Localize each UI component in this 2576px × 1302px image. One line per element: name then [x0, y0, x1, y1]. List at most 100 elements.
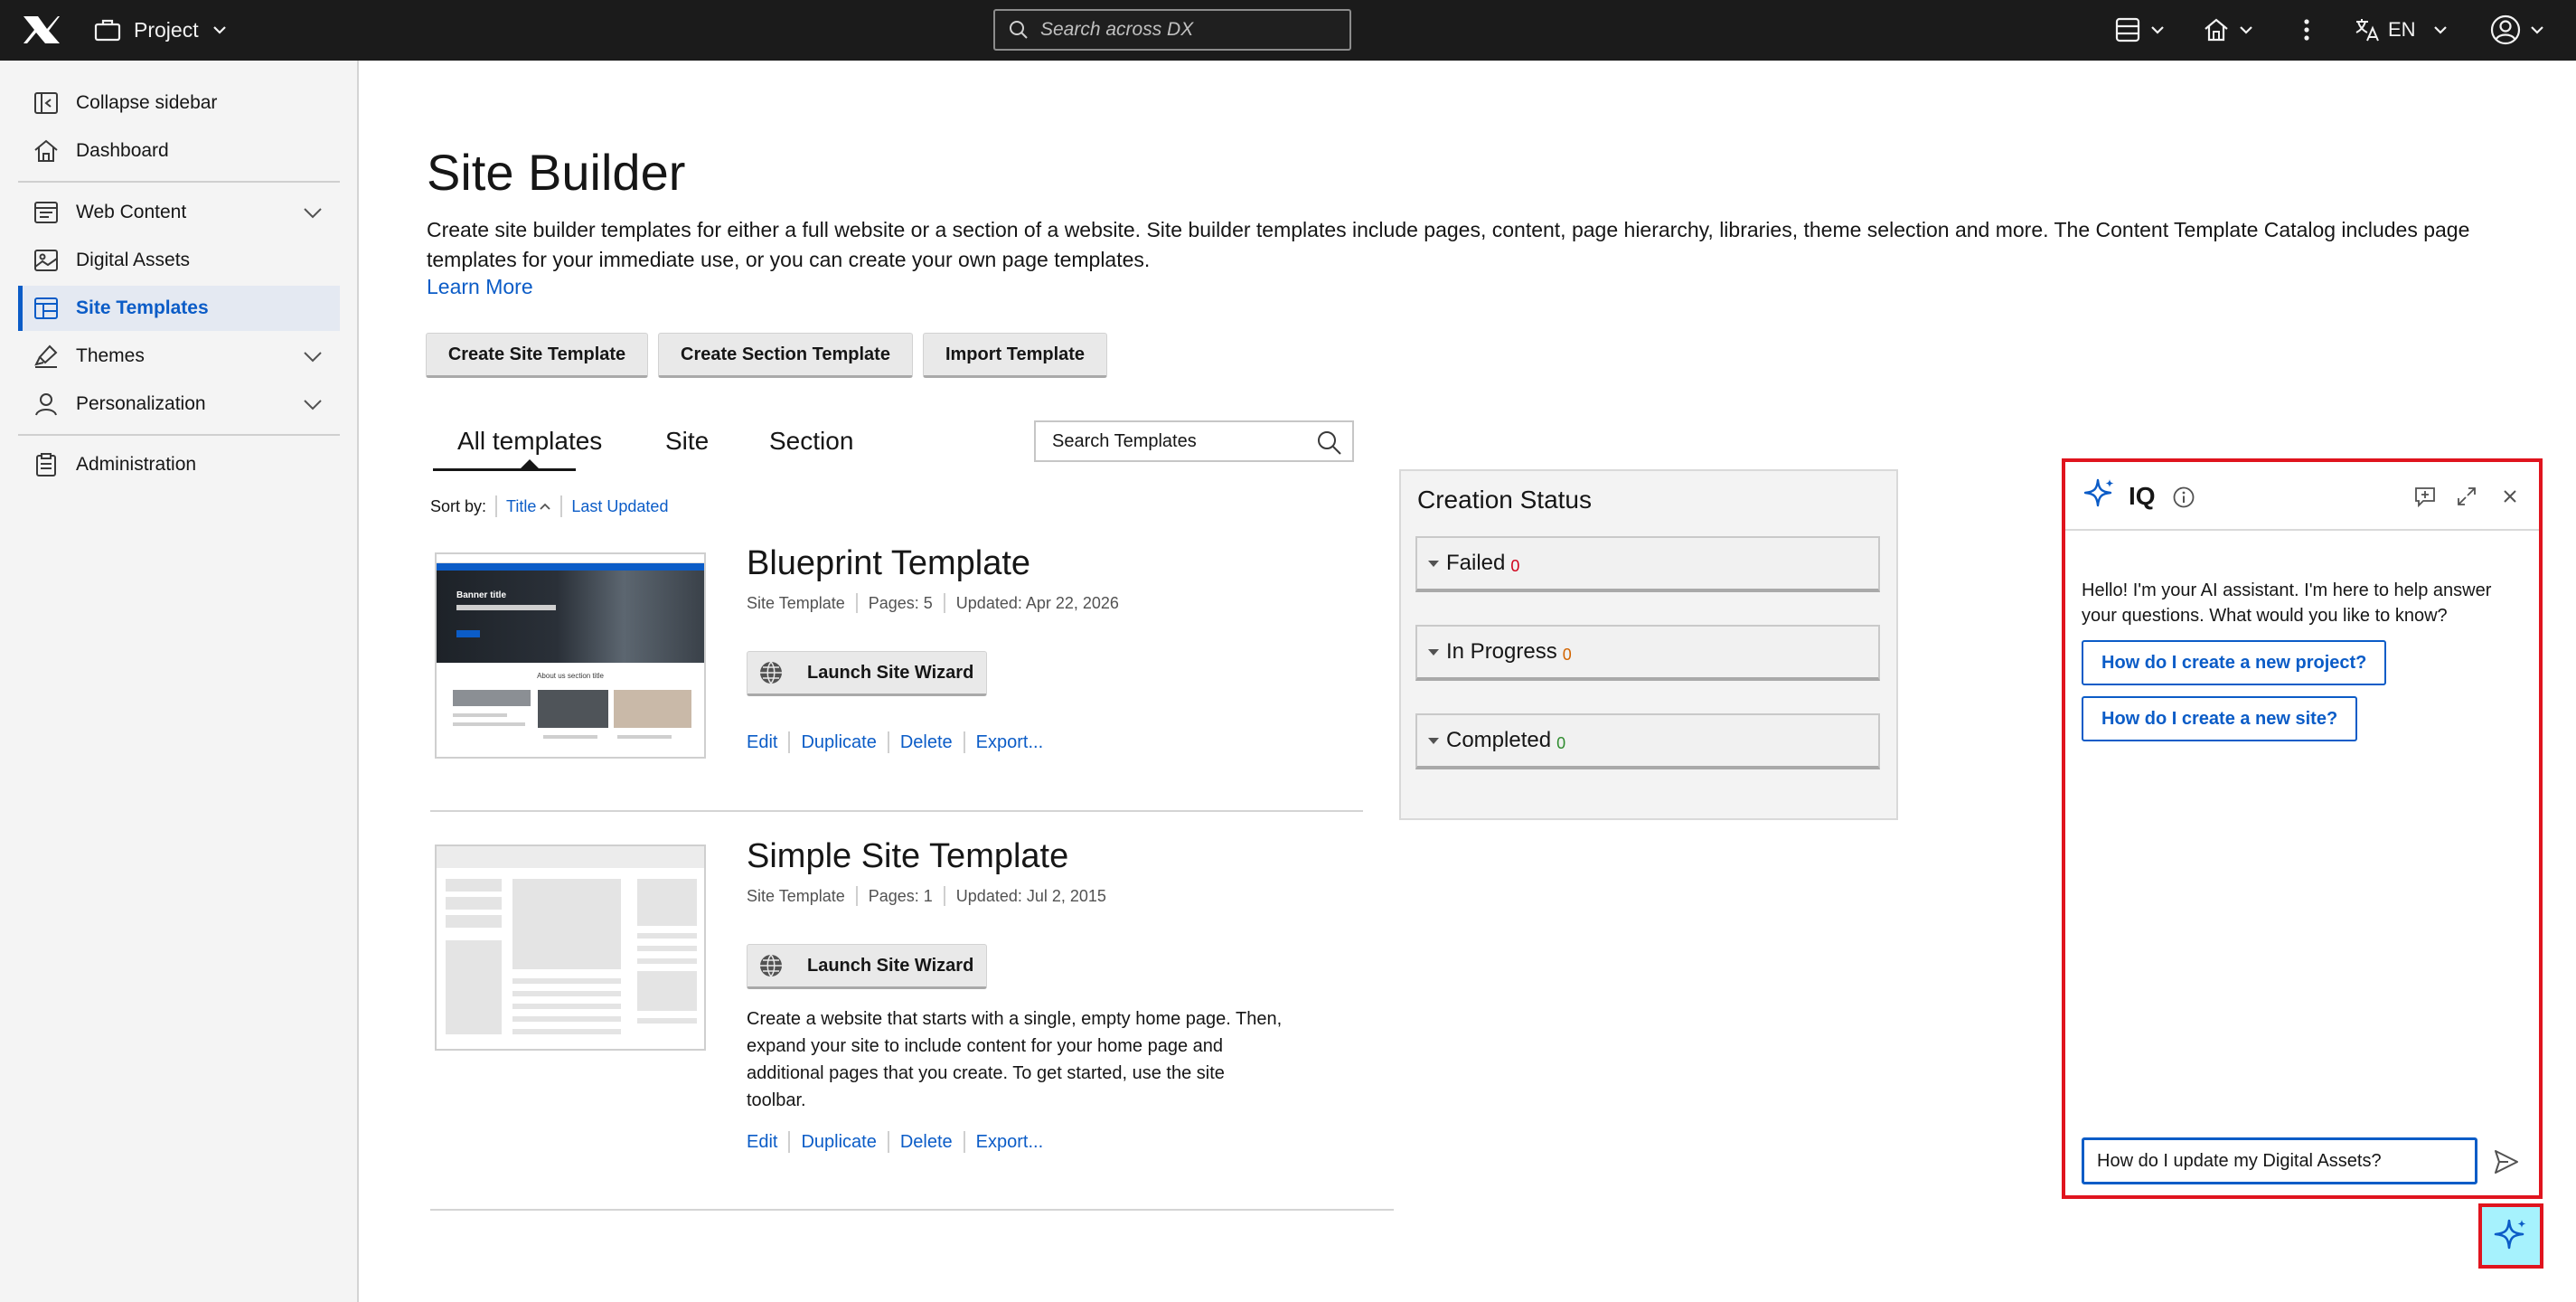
- home-icon: [34, 139, 58, 162]
- sparkle-icon: [2494, 1219, 2526, 1250]
- avatar-icon: [2490, 14, 2521, 45]
- sidebar-item-label: Web Content: [76, 202, 187, 222]
- paintbrush-icon: [34, 344, 58, 368]
- globe-icon: [760, 954, 782, 977]
- chevron-down-icon: [2433, 26, 2447, 34]
- more-options-icon[interactable]: [2296, 13, 2317, 47]
- global-search-input[interactable]: Search across DX: [993, 9, 1351, 51]
- thumb-section-title: About us section title: [537, 672, 604, 680]
- sort-title-link[interactable]: Title: [506, 497, 536, 516]
- import-template-button[interactable]: Import Template: [923, 333, 1107, 378]
- sort-by-label: Sort by:: [430, 496, 487, 515]
- status-row-failed[interactable]: Failed 0: [1415, 536, 1880, 592]
- collapse-sidebar-button[interactable]: Collapse sidebar: [18, 80, 340, 126]
- status-label: In Progress: [1446, 639, 1557, 664]
- active-tab-notch: [521, 459, 539, 468]
- template-actions: Edit Duplicate Delete Export...: [747, 1131, 1043, 1153]
- duplicate-link[interactable]: Duplicate: [801, 1132, 876, 1153]
- chevron-down-icon: [212, 26, 226, 34]
- sidebar: Collapse sidebar Dashboard Web Content D…: [0, 61, 359, 1302]
- user-menu[interactable]: [2489, 13, 2545, 47]
- sort-last-updated-link[interactable]: Last Updated: [571, 497, 668, 516]
- expand-icon[interactable]: [2454, 484, 2479, 509]
- template-meta: Site Template Pages: 1 Updated: Jul 2, 2…: [747, 886, 1106, 906]
- template-icon: [34, 297, 58, 319]
- close-icon[interactable]: [2497, 484, 2523, 509]
- caret-down-icon: [1428, 737, 1439, 744]
- tab-site[interactable]: Site: [665, 427, 709, 456]
- create-section-template-button[interactable]: Create Section Template: [658, 333, 913, 378]
- launch-site-wizard-label: Launch Site Wizard: [807, 662, 974, 683]
- info-icon[interactable]: [2172, 486, 2195, 509]
- template-divider: [430, 1209, 1394, 1211]
- tab-section[interactable]: Section: [769, 427, 853, 456]
- sidebar-item-label: Personalization: [76, 393, 206, 414]
- sidebar-item-site-templates[interactable]: Site Templates: [18, 286, 340, 331]
- top-bar: Project Search across DX EN: [0, 0, 2576, 61]
- status-row-completed[interactable]: Completed 0: [1415, 713, 1880, 769]
- template-pages: Pages: 5: [868, 593, 933, 612]
- collapse-sidebar-label: Collapse sidebar: [76, 92, 218, 113]
- create-site-template-button[interactable]: Create Site Template: [426, 333, 648, 378]
- workspace-menu[interactable]: [2113, 13, 2166, 47]
- suggestion-create-site-button[interactable]: How do I create a new site?: [2082, 696, 2358, 741]
- chevron-up-icon: [540, 503, 551, 510]
- iq-launcher-button[interactable]: [2478, 1203, 2543, 1269]
- chevron-down-icon[interactable]: [302, 394, 324, 414]
- status-row-in-progress[interactable]: In Progress 0: [1415, 625, 1880, 681]
- launch-site-wizard-button[interactable]: Launch Site Wizard: [747, 651, 987, 696]
- iq-greeting-message: Hello! I'm your AI assistant. I'm here t…: [2082, 580, 2492, 626]
- template-type: Site Template: [747, 593, 845, 612]
- sidebar-item-dashboard[interactable]: Dashboard: [18, 128, 340, 174]
- sidebar-item-administration[interactable]: Administration: [18, 442, 340, 487]
- tab-all-templates[interactable]: All templates: [457, 427, 602, 456]
- edit-link[interactable]: Edit: [747, 1132, 777, 1153]
- launch-site-wizard-button[interactable]: Launch Site Wizard: [747, 944, 987, 989]
- export-link[interactable]: Export...: [976, 1132, 1043, 1153]
- learn-more-link[interactable]: Learn More: [427, 275, 533, 299]
- sidebar-divider: [18, 181, 340, 183]
- chevron-down-icon[interactable]: [302, 203, 324, 222]
- simple-template-thumbnail[interactable]: [435, 844, 706, 1051]
- blueprint-template-thumbnail[interactable]: Banner title About us section title: [435, 552, 706, 759]
- status-count: 0: [1562, 645, 1572, 664]
- iq-assistant-panel: IQ Hello! I'm your AI assistant. I'm her…: [2062, 458, 2543, 1199]
- suggestion-create-project-button[interactable]: How do I create a new project?: [2082, 640, 2387, 685]
- language-label: EN: [2388, 18, 2416, 41]
- sidebar-item-digital-assets[interactable]: Digital Assets: [18, 238, 340, 283]
- template-divider: [430, 810, 1363, 812]
- status-label: Completed: [1446, 728, 1552, 752]
- duplicate-link[interactable]: Duplicate: [801, 732, 876, 753]
- project-label: Project: [134, 17, 199, 42]
- project-switcher[interactable]: Project: [94, 13, 228, 47]
- edit-link[interactable]: Edit: [747, 732, 777, 753]
- search-icon: [1010, 21, 1028, 39]
- sidebar-item-themes[interactable]: Themes: [18, 334, 340, 379]
- language-menu[interactable]: EN: [2354, 13, 2449, 47]
- image-icon: [34, 250, 58, 271]
- template-title: Simple Site Template: [747, 837, 1069, 875]
- home-menu[interactable]: [2202, 13, 2254, 47]
- template-description: Create a website that starts with a sing…: [747, 1009, 1283, 1110]
- page-description: Create site builder templates for either…: [427, 218, 2470, 271]
- iq-chat-input[interactable]: How do I update my Digital Assets?: [2082, 1137, 2477, 1184]
- sidebar-item-label: Administration: [76, 454, 197, 475]
- search-icon[interactable]: [1316, 429, 1343, 457]
- user-icon: [35, 393, 57, 416]
- thumb-banner-title: Banner title: [456, 590, 507, 600]
- chevron-down-icon[interactable]: [302, 346, 324, 366]
- status-label: Failed: [1446, 551, 1506, 575]
- dx-logo-icon[interactable]: [20, 13, 61, 47]
- delete-link[interactable]: Delete: [900, 1132, 953, 1153]
- briefcase-icon: [94, 19, 121, 42]
- export-link[interactable]: Export...: [976, 732, 1043, 753]
- search-templates-input[interactable]: Search Templates: [1034, 420, 1354, 462]
- sparkle-icon: [2083, 478, 2114, 507]
- delete-link[interactable]: Delete: [900, 732, 953, 753]
- sidebar-item-label: Site Templates: [76, 297, 209, 318]
- sidebar-item-web-content[interactable]: Web Content: [18, 190, 340, 235]
- new-chat-icon[interactable]: [2412, 484, 2438, 509]
- send-icon[interactable]: [2492, 1147, 2521, 1176]
- sidebar-item-personalization[interactable]: Personalization: [18, 382, 340, 427]
- sidebar-item-label: Digital Assets: [76, 250, 191, 270]
